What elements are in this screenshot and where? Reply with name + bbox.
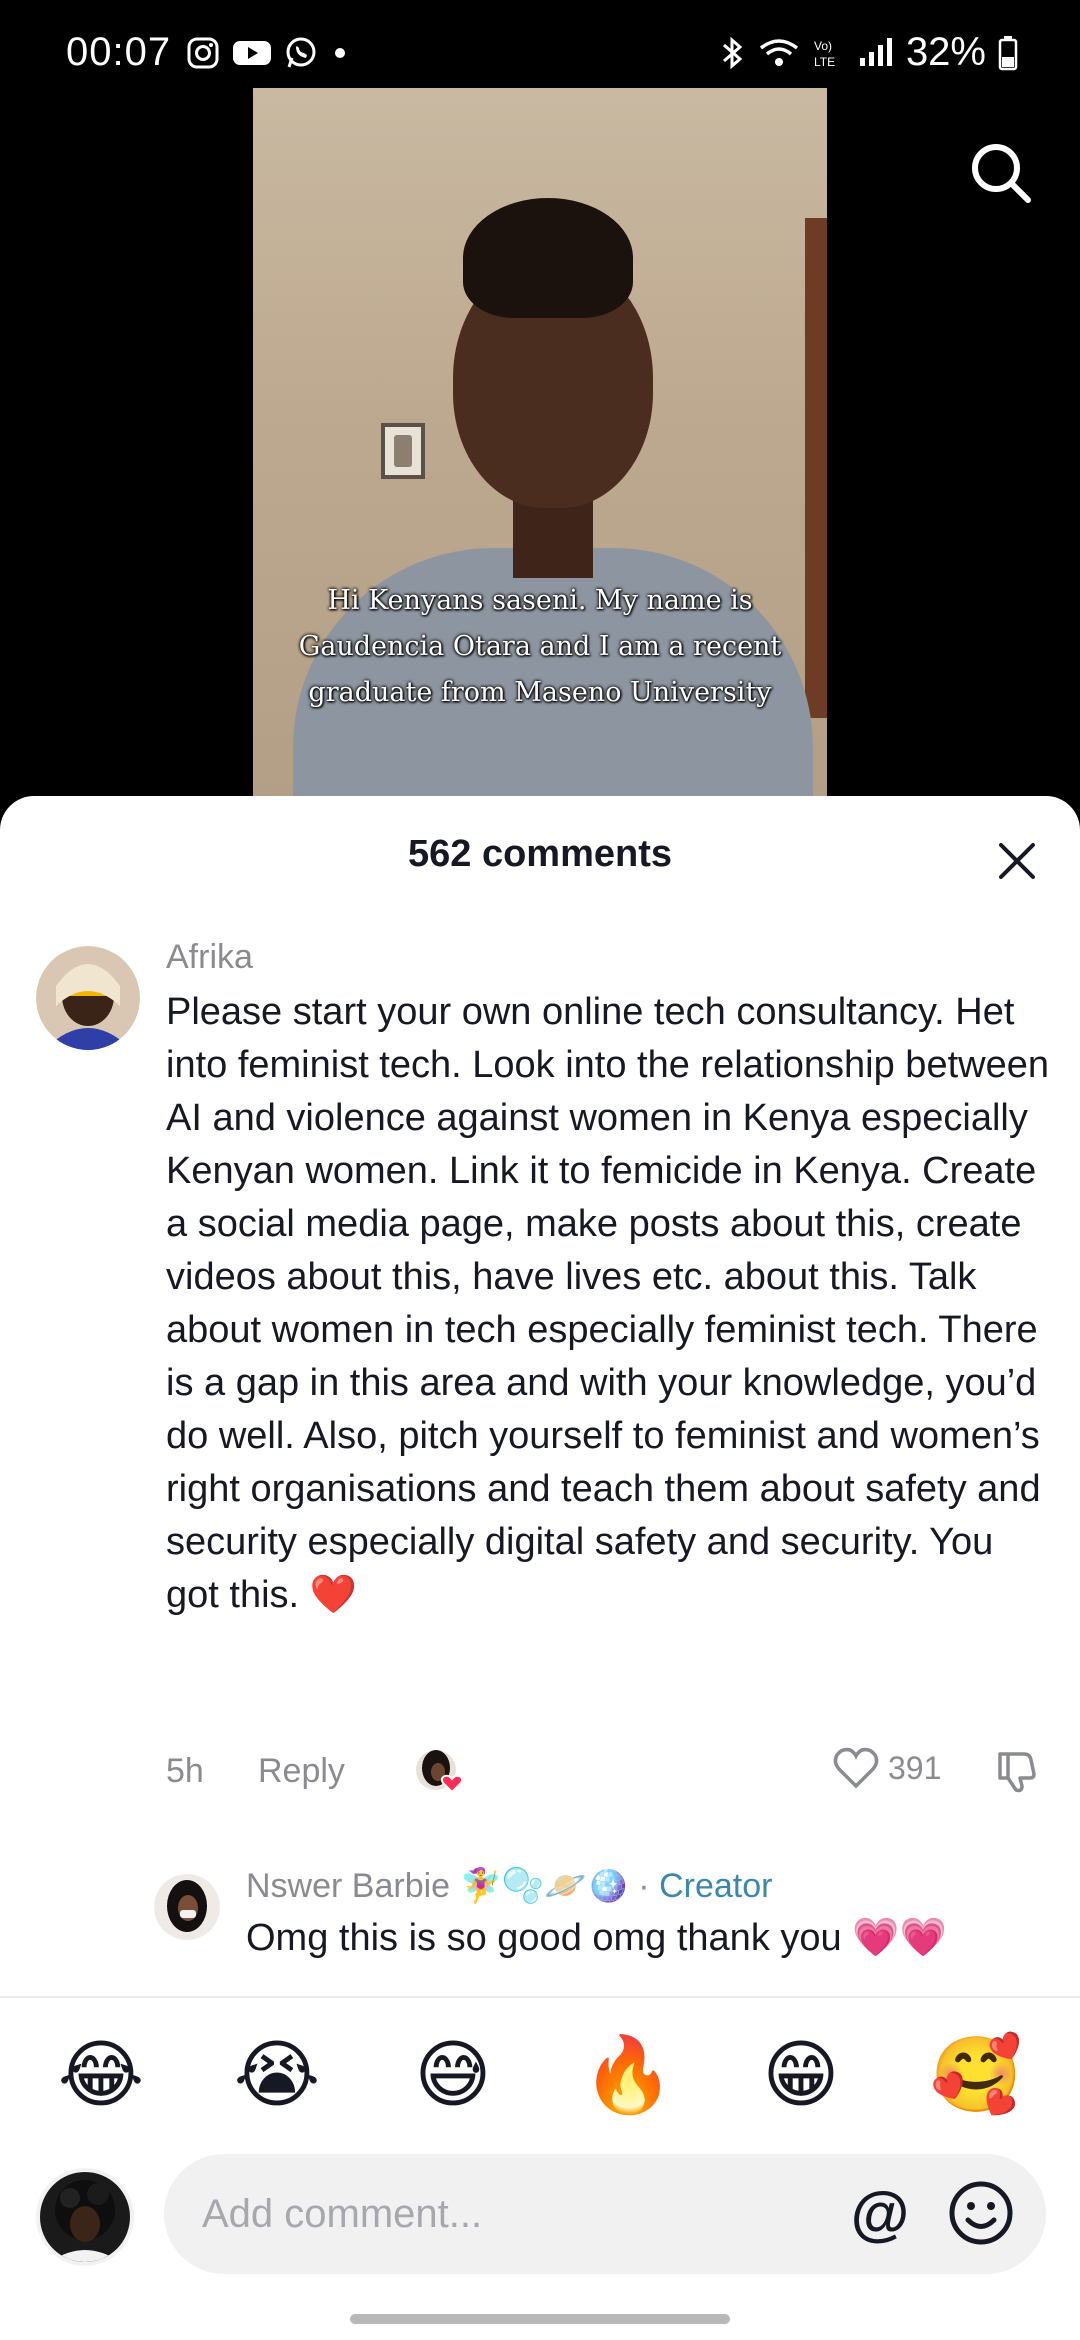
like-count: 391 xyxy=(888,1749,942,1786)
instagram-icon xyxy=(187,37,219,69)
search-icon xyxy=(972,144,1031,203)
svg-text:Vo): Vo) xyxy=(814,39,832,53)
creator-liked-avatar xyxy=(416,1750,464,1794)
status-time: 00:07 xyxy=(66,30,172,74)
status-notification-icons xyxy=(186,36,350,70)
reply-button[interactable]: Reply xyxy=(258,1752,345,1791)
reply-username-row: Nswer Barbie 🧚‍♀️🫧🪐🪩 · Creator xyxy=(246,1866,772,1906)
comment-input-container: @ xyxy=(164,2154,1046,2274)
comments-count-title: 562 comments xyxy=(407,833,672,875)
emoji-cry-button[interactable]: 😭 xyxy=(232,2030,322,2120)
youtube-icon xyxy=(233,41,271,65)
video-wall-frame xyxy=(381,423,425,479)
smiley-icon xyxy=(949,2181,1013,2245)
signal-icon xyxy=(859,37,892,66)
battery-percent: 32% xyxy=(905,30,986,74)
volte-icon: Vo) LTE xyxy=(814,39,835,69)
search-button[interactable] xyxy=(966,138,1036,208)
close-button[interactable] xyxy=(998,842,1036,880)
whatsapp-icon xyxy=(286,37,316,68)
sheet-divider xyxy=(0,1996,1080,1998)
comment-text: Please start your own online tech consul… xyxy=(166,991,1049,1616)
creator-badge: Creator xyxy=(659,1867,773,1905)
emoji-love-button[interactable]: 🥰 xyxy=(930,2030,1022,2120)
caption-line: Gaudencia Otara and I am a recent xyxy=(298,631,782,662)
emoji-grin-button[interactable]: 😁 xyxy=(756,2030,846,2120)
username-separator: · xyxy=(628,1867,660,1905)
dislike-button[interactable] xyxy=(994,1748,1042,1796)
close-icon xyxy=(999,843,1035,879)
comment-username[interactable]: Afrika xyxy=(166,938,253,977)
reply-username[interactable]: Nswer Barbie 🧚‍♀️🫧🪐🪩 xyxy=(246,1867,629,1905)
quick-emoji-row: 😂 😭 😅 🔥 😁 🥰 xyxy=(0,2030,1080,2120)
avatar[interactable] xyxy=(154,1874,220,1940)
user-avatar-image xyxy=(50,2180,120,2262)
video-person-hair xyxy=(463,198,633,318)
caption-line: graduate from Maseno University xyxy=(308,677,772,708)
bluetooth-icon xyxy=(722,36,743,69)
like-button[interactable]: 391 xyxy=(832,1746,941,1790)
emoji-fire-button[interactable]: 🔥 xyxy=(582,2030,674,2120)
emoji-picker-button[interactable] xyxy=(946,2178,1016,2248)
emoji-laugh-button[interactable]: 😂 xyxy=(56,2030,146,2120)
status-system-icons: Vo) LTE 32% xyxy=(718,30,1018,75)
reply-text: Omg this is so good omg thank you 💗💗 xyxy=(246,1917,947,1959)
mention-button[interactable]: @ xyxy=(842,2176,918,2252)
heart-icon xyxy=(440,1774,464,1794)
wifi-icon xyxy=(759,38,799,66)
video-player[interactable]: Hi Kenyans saseni. My name is Gaudencia … xyxy=(253,88,827,800)
dot-icon xyxy=(335,48,345,58)
comment-input[interactable] xyxy=(202,2154,842,2274)
video-caption: Hi Kenyans saseni. My name is Gaudencia … xyxy=(253,578,827,716)
home-indicator[interactable] xyxy=(350,2314,730,2324)
battery-icon xyxy=(998,35,1018,70)
avatar[interactable] xyxy=(36,946,140,1050)
user-avatar[interactable] xyxy=(36,2168,134,2266)
svg-text:LTE: LTE xyxy=(814,55,835,69)
emoji-sweat-smile-button[interactable]: 😅 xyxy=(408,2030,498,2120)
caption-line: Hi Kenyans saseni. My name is xyxy=(327,585,753,616)
thumbs-down-icon xyxy=(998,1752,1036,1793)
comment-time: 5h xyxy=(166,1752,204,1790)
heart-outline-icon xyxy=(833,1747,879,1789)
